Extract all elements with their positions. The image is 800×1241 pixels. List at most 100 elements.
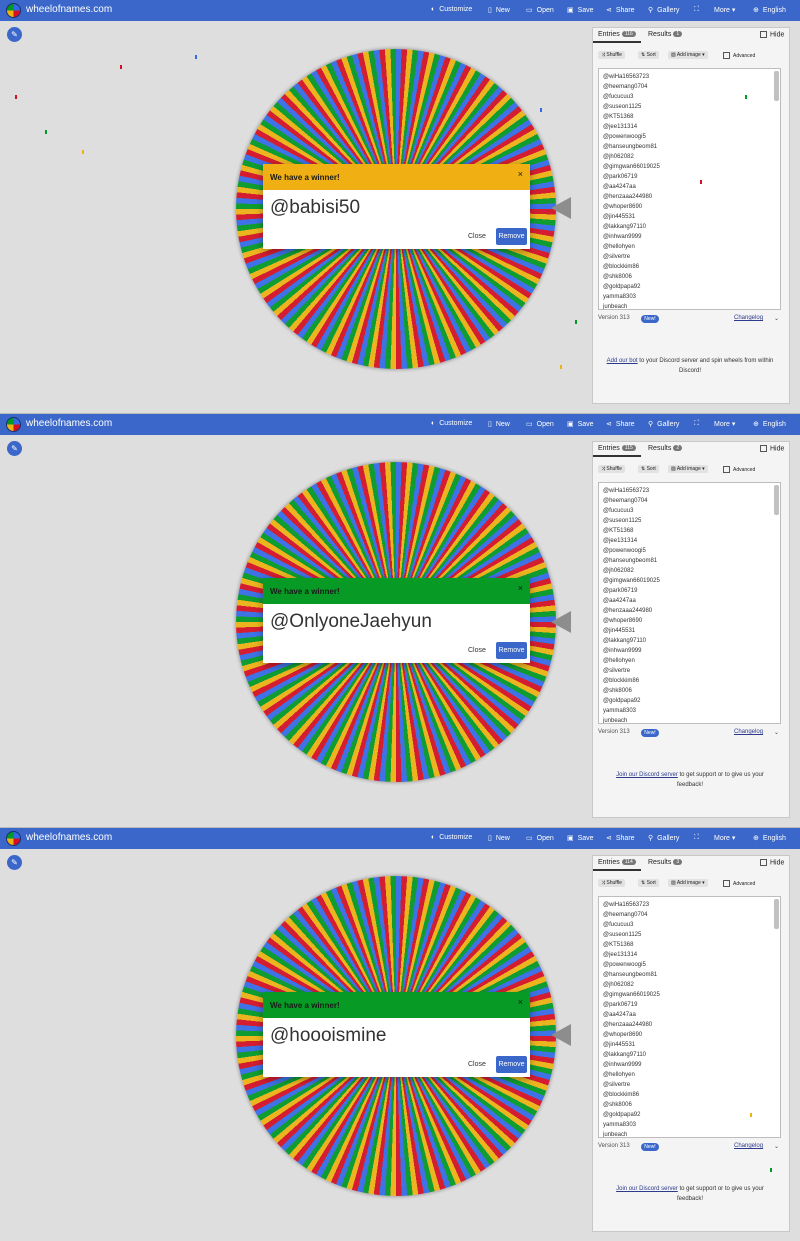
chevron-down-icon[interactable]: ⌄ <box>774 315 779 322</box>
add-image-button[interactable]: ▨ Add image ▾ <box>668 879 708 887</box>
entries-textarea[interactable]: @wiHa16563723 @heemang0704 @fucucuu3 @su… <box>598 896 781 1138</box>
sort-button[interactable]: ⇅ Sort <box>638 465 659 473</box>
customize-button[interactable]: ◐ Customize <box>431 420 472 427</box>
shuffle-button[interactable]: ⤨ Shuffle <box>598 465 625 473</box>
list-item: @goldpapa92 <box>603 1112 641 1118</box>
brand-link[interactable]: wheelofnames.com <box>26 832 112 843</box>
wheel-logo-icon[interactable] <box>6 3 21 18</box>
list-item: @hellohyen <box>603 1072 635 1078</box>
language-button[interactable]: ⊕ English <box>753 834 786 842</box>
tab-entries[interactable]: Entries 114 <box>598 859 636 866</box>
add-image-button[interactable]: ▨ Add image ▾ <box>668 465 708 473</box>
fullscreen-icon[interactable]: ⛶ <box>694 6 699 14</box>
more-button[interactable]: More ▾ <box>714 834 735 842</box>
list-item: @jee131314 <box>603 124 638 130</box>
confetti <box>15 95 17 99</box>
edit-pencil-button[interactable]: ✎ <box>7 441 22 456</box>
new-badge[interactable]: New! <box>641 315 659 323</box>
close-icon[interactable]: × <box>518 583 523 593</box>
list-item: @hanseungbeom81 <box>603 972 658 978</box>
entries-textarea[interactable]: @wiHa16563723 @heemang0704 @fucucuu3 @su… <box>598 68 781 310</box>
advanced-checkbox[interactable]: Advanced <box>723 880 755 887</box>
wheel-logo-icon[interactable] <box>6 417 21 432</box>
shuffle-button[interactable]: ⤨ Shuffle <box>598 879 625 887</box>
confetti <box>82 150 84 154</box>
edit-pencil-button[interactable]: ✎ <box>7 855 22 870</box>
close-icon[interactable]: × <box>518 997 523 1007</box>
entries-textarea[interactable]: @wiHa16563723 @heemang0704 @fucucuu3 @su… <box>598 482 781 724</box>
edit-pencil-button[interactable]: ✎ <box>7 27 22 42</box>
confetti <box>540 108 542 112</box>
tab-entries[interactable]: Entries 115 <box>598 445 636 452</box>
open-button[interactable]: ▭ Open <box>526 420 554 428</box>
new-badge[interactable]: New! <box>641 729 659 737</box>
new-button[interactable]: ▯ New <box>488 834 510 842</box>
advanced-checkbox[interactable]: Advanced <box>723 52 755 59</box>
open-button[interactable]: ▭ Open <box>526 834 554 842</box>
hide-checkbox[interactable]: Hide <box>760 445 784 452</box>
shuffle-button[interactable]: ⤨ Shuffle <box>598 51 625 59</box>
scrollbar[interactable] <box>774 71 779 101</box>
list-item: @heemang0704 <box>603 912 648 918</box>
new-badge[interactable]: New! <box>641 1143 659 1151</box>
remove-button[interactable]: Remove <box>496 642 527 659</box>
brand-link[interactable]: wheelofnames.com <box>26 418 112 429</box>
open-button[interactable]: ▭ Open <box>526 6 554 14</box>
close-button[interactable]: Close <box>468 1061 486 1068</box>
language-button[interactable]: ⊕ English <box>753 420 786 428</box>
new-button[interactable]: ▯ New <box>488 6 510 14</box>
share-button[interactable]: ⋖ Share <box>606 834 635 842</box>
share-button[interactable]: ⋖ Share <box>606 6 635 14</box>
changelog-link[interactable]: Changelog <box>734 1143 763 1149</box>
list-item: @jin445531 <box>603 1042 636 1048</box>
sort-button[interactable]: ⇅ Sort <box>638 51 659 59</box>
close-icon[interactable]: × <box>518 169 523 179</box>
tab-entries-underline <box>593 41 641 43</box>
new-button[interactable]: ▯ New <box>488 420 510 428</box>
tab-results[interactable]: Results 3 <box>648 859 683 866</box>
hide-checkbox[interactable]: Hide <box>760 31 784 38</box>
scrollbar[interactable] <box>774 485 779 515</box>
checkbox-icon <box>723 52 730 59</box>
save-button[interactable]: ▣ Save <box>567 420 594 428</box>
fullscreen-icon[interactable]: ⛶ <box>694 834 699 842</box>
close-button[interactable]: Close <box>468 233 486 240</box>
language-button[interactable]: ⊕ English <box>753 6 786 14</box>
discord-link[interactable]: Add our bot <box>607 358 638 364</box>
add-image-button[interactable]: ▨ Add image ▾ <box>668 51 708 59</box>
brand-link[interactable]: wheelofnames.com <box>26 4 112 15</box>
tab-results[interactable]: Results 1 <box>648 31 683 38</box>
tab-entries[interactable]: Entries 116 <box>598 31 636 38</box>
gallery-button[interactable]: ⚲ Gallery <box>648 834 679 842</box>
discord-link[interactable]: Join our Discord server <box>616 1186 678 1192</box>
list-item: @blockkim86 <box>603 678 640 684</box>
gallery-button[interactable]: ⚲ Gallery <box>648 6 679 14</box>
list-item: @jee131314 <box>603 538 638 544</box>
wheel-logo-icon[interactable] <box>6 831 21 846</box>
entries-count-badge: 116 <box>621 31 636 37</box>
chevron-down-icon[interactable]: ⌄ <box>774 729 779 736</box>
tab-results[interactable]: Results 2 <box>648 445 683 452</box>
chevron-down-icon[interactable]: ⌄ <box>774 1143 779 1150</box>
save-button[interactable]: ▣ Save <box>567 834 594 842</box>
save-button[interactable]: ▣ Save <box>567 6 594 14</box>
more-button[interactable]: More ▾ <box>714 6 735 14</box>
sort-button[interactable]: ⇅ Sort <box>638 879 659 887</box>
discord-link[interactable]: Join our Discord server <box>616 772 678 778</box>
customize-button[interactable]: ◐ Customize <box>431 6 472 13</box>
customize-button[interactable]: ◐ Customize <box>431 834 472 841</box>
gallery-button[interactable]: ⚲ Gallery <box>648 420 679 428</box>
file-icon: ▯ <box>488 835 492 842</box>
close-button[interactable]: Close <box>468 647 486 654</box>
more-button[interactable]: More ▾ <box>714 420 735 428</box>
changelog-link[interactable]: Changelog <box>734 315 763 321</box>
remove-button[interactable]: Remove <box>496 1056 527 1073</box>
remove-button[interactable]: Remove <box>496 228 527 245</box>
list-item: @jh062082 <box>603 568 634 574</box>
scrollbar[interactable] <box>774 899 779 929</box>
share-button[interactable]: ⋖ Share <box>606 420 635 428</box>
changelog-link[interactable]: Changelog <box>734 729 763 735</box>
fullscreen-icon[interactable]: ⛶ <box>694 420 699 428</box>
hide-checkbox[interactable]: Hide <box>760 859 784 866</box>
advanced-checkbox[interactable]: Advanced <box>723 466 755 473</box>
